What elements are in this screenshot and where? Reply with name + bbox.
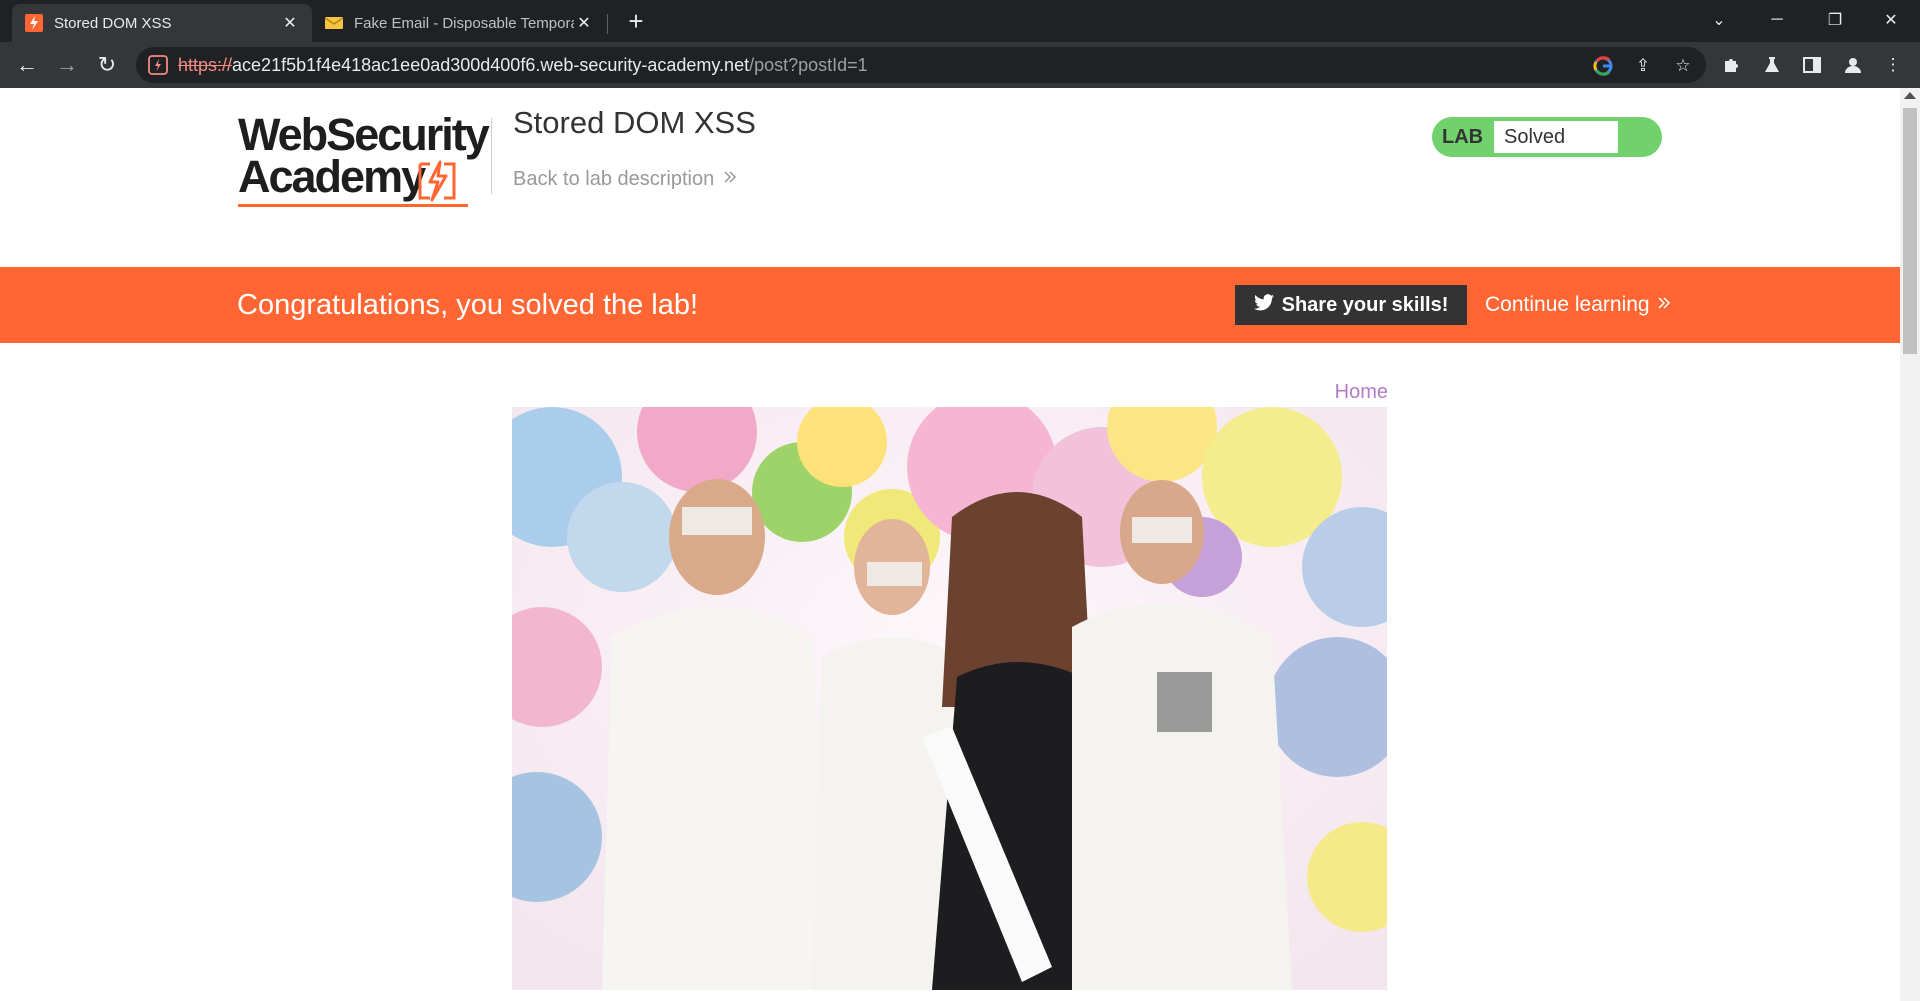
home-link[interactable]: Home (1330, 381, 1388, 404)
header-divider (491, 118, 492, 194)
scrollbar-thumb[interactable] (1903, 108, 1917, 354)
lab-flask-icon[interactable] (1761, 54, 1783, 76)
tab-strip: Stored DOM XSS ✕ Fake Email - Disposable… (0, 0, 1920, 42)
lab-status-badge: LAB Solved (1432, 117, 1662, 157)
blog-post-image (512, 407, 1387, 990)
web-security-academy-logo[interactable]: WebSecurity Academy (238, 112, 490, 208)
lab-status-value: Solved (1494, 121, 1618, 153)
tab-title: Stored DOM XSS (54, 14, 172, 32)
address-bar[interactable]: https://ace21f5b1f4e418ac1ee0ad300d400f6… (136, 47, 1706, 83)
url-host: ace21f5b1f4e418ac1ee0ad300d400f6.web-sec… (232, 55, 750, 75)
new-tab-button[interactable]: + (622, 6, 650, 36)
envelope-icon (324, 13, 344, 33)
double-chevron-right-icon (722, 168, 738, 191)
forward-arrow-icon[interactable]: → (52, 50, 82, 80)
scroll-up-arrow-icon[interactable] (1904, 92, 1916, 99)
reload-icon[interactable]: ↻ (92, 50, 122, 80)
tab-search-icon[interactable]: ⌄ (1690, 0, 1748, 40)
lab-status-label: LAB (1442, 126, 1484, 148)
browser-toolbar: ← → ↻ https://ace21f5b1f4e418ac1ee0ad300… (0, 42, 1920, 88)
tab-stored-dom-xss[interactable]: Stored DOM XSS ✕ (12, 4, 312, 42)
back-arrow-icon[interactable]: ← (12, 50, 42, 80)
close-tab-icon[interactable]: ✕ (280, 13, 300, 33)
url-text: https://ace21f5b1f4e418ac1ee0ad300d400f6… (178, 47, 868, 83)
tab-fake-email[interactable]: Fake Email - Disposable Tempora ✕ (312, 4, 606, 42)
solved-banner: Congratulations, you solved the lab! Sha… (0, 267, 1900, 343)
lab-title: Stored DOM XSS (513, 105, 756, 140)
logo-text-line2: Academy (238, 151, 426, 202)
share-skills-label: Share your skills! (1281, 293, 1449, 316)
close-tab-icon[interactable]: ✕ (574, 13, 594, 33)
url-scheme: https:// (178, 55, 233, 75)
share-icon[interactable]: ⇪ (1632, 55, 1654, 77)
google-lens-icon[interactable] (1592, 55, 1614, 77)
profile-avatar-icon[interactable] (1842, 54, 1864, 76)
logo-bolt-icon (418, 160, 456, 202)
side-panel-icon[interactable] (1801, 54, 1823, 76)
back-link-label: Back to lab description (513, 168, 715, 190)
restore-button[interactable]: ❐ (1806, 0, 1864, 40)
extensions-puzzle-icon[interactable] (1720, 54, 1742, 76)
congratulations-message: Congratulations, you solved the lab! (237, 289, 699, 321)
browser-menu-icon[interactable]: ⋮ (1882, 54, 1904, 76)
double-chevron-right-icon (1656, 267, 1672, 343)
portswigger-icon (24, 13, 44, 33)
bookmark-star-icon[interactable]: ☆ (1672, 55, 1694, 77)
tab-separator (607, 14, 608, 34)
continue-learning-link[interactable]: Continue learning (1485, 267, 1672, 343)
back-to-lab-description-link[interactable]: Back to lab description (513, 168, 738, 191)
site-security-icon[interactable] (148, 55, 168, 75)
twitter-icon (1253, 293, 1274, 317)
minimize-button[interactable]: ─ (1748, 0, 1806, 40)
logo-underline (238, 204, 468, 207)
share-skills-button[interactable]: Share your skills! (1235, 285, 1467, 325)
close-window-button[interactable]: ✕ (1862, 0, 1920, 40)
continue-learning-label: Continue learning (1485, 293, 1650, 316)
tab-title: Fake Email - Disposable Tempora (354, 14, 574, 32)
url-path: /post?postId=1 (749, 55, 868, 75)
